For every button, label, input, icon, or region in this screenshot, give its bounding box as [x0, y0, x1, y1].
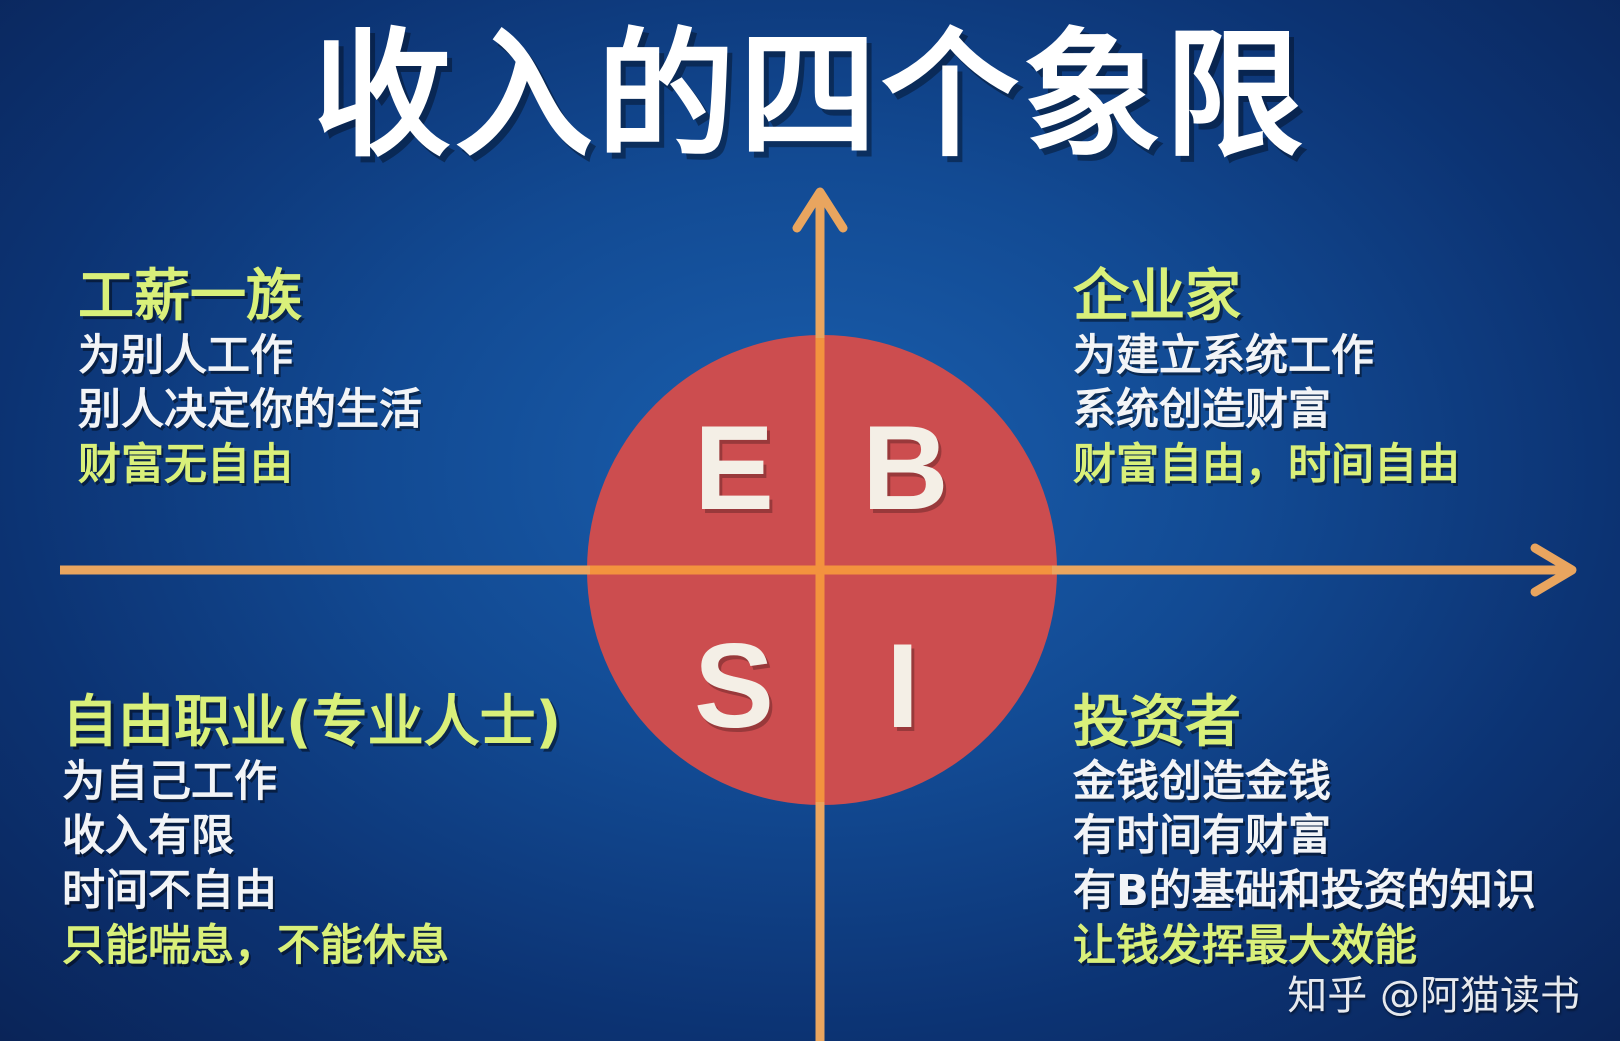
quadrant-line: 收入有限	[62, 811, 234, 862]
quadrant-line: 时间不自由	[62, 865, 277, 916]
quadrant-line: 为别人工作	[78, 330, 293, 381]
quadrant-heading: 企业家	[1073, 264, 1241, 329]
quadrant-line: 只能喘息，不能休息	[62, 920, 449, 971]
letter-i: I	[886, 619, 920, 753]
quadrant-line: 财富无自由	[78, 439, 293, 490]
quadrant-heading: 自由职业(专业人士)	[62, 690, 562, 755]
quadrant-line: 有B的基础和投资的知识	[1073, 865, 1536, 916]
quadrant-line: 别人决定你的生活	[78, 385, 422, 436]
quadrant-heading: 工薪一族	[78, 264, 302, 329]
quadrant-line: 金钱创造金钱	[1073, 756, 1331, 807]
letter-e: E	[694, 401, 775, 535]
quadrant-top-left: 工薪一族 为别人工作 别人决定你的生活 财富无自由	[78, 264, 422, 493]
quadrant-heading: 投资者	[1073, 690, 1241, 755]
quadrant-bottom-left: 自由职业(专业人士) 为自己工作 收入有限 时间不自由 只能喘息，不能休息	[62, 690, 562, 973]
quadrant-line: 为建立系统工作	[1073, 330, 1374, 381]
quadrant-line: 有时间有财富	[1073, 811, 1331, 862]
watermark: 知乎 @阿猫读书	[1287, 973, 1580, 1019]
letter-s: S	[694, 619, 775, 753]
letter-b: B	[862, 401, 949, 535]
quadrant-top-right: 企业家 为建立系统工作 系统创造财富 财富自由，时间自由	[1073, 264, 1460, 493]
quadrant-bottom-right: 投资者 金钱创造金钱 有时间有财富 有B的基础和投资的知识 让钱发挥最大效能	[1073, 690, 1536, 973]
quadrant-line: 系统创造财富	[1073, 385, 1331, 436]
quadrant-line: 为自己工作	[62, 756, 277, 807]
quadrant-line: 财富自由，时间自由	[1073, 439, 1460, 490]
